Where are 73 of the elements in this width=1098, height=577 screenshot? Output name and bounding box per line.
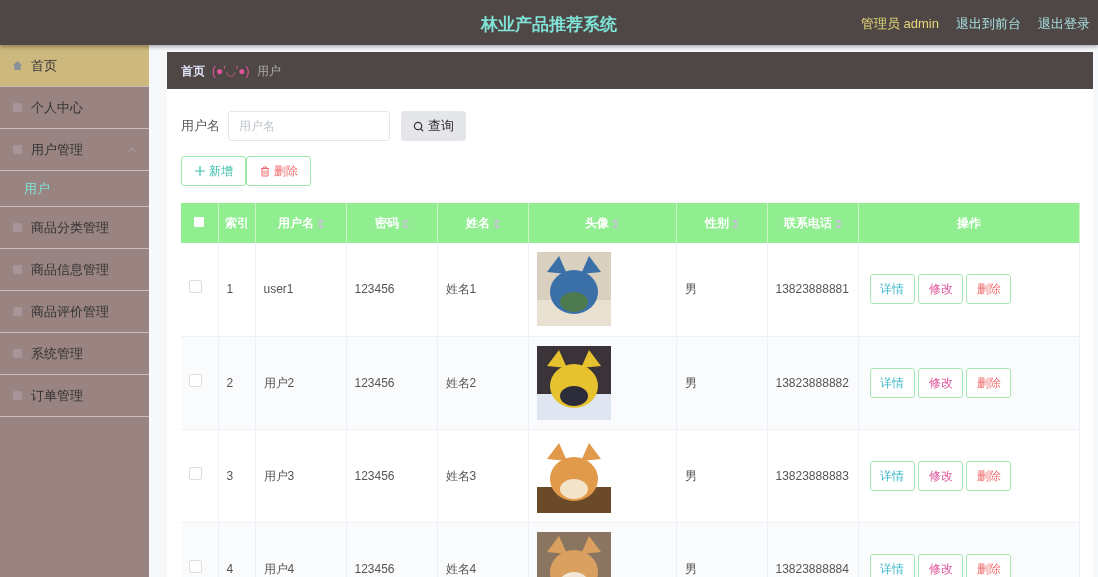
- delete-row-button[interactable]: 删除: [966, 553, 1012, 577]
- home-icon: [12, 60, 23, 71]
- header-link[interactable]: 退出到前台: [956, 14, 1021, 34]
- name-cell: 姓名3: [445, 468, 477, 483]
- username-cell: 用户4: [263, 561, 295, 576]
- edit-button[interactable]: 修改: [918, 274, 963, 305]
- username-cell: 用户3: [263, 468, 295, 483]
- name-cell: 姓名4: [445, 561, 477, 576]
- menu-icon: [12, 264, 23, 275]
- menu-icon: [12, 102, 23, 113]
- column-header: 索引: [224, 216, 249, 230]
- user-label: 管理员 admin: [860, 15, 939, 33]
- row-checkbox[interactable]: [189, 373, 202, 387]
- details-button[interactable]: 详情: [869, 553, 915, 577]
- menu-icon: [12, 348, 23, 359]
- phone-cell: 13823888883: [775, 468, 849, 483]
- delete-button[interactable]: 删除: [246, 156, 311, 186]
- gender-cell: 男: [684, 282, 697, 297]
- search-icon: [413, 120, 425, 132]
- index-cell: 3: [226, 468, 234, 483]
- gender-cell: 男: [684, 375, 697, 390]
- index-cell: 1: [226, 282, 234, 297]
- name-cell: 姓名2: [445, 375, 477, 390]
- app-title: 林业产品推荐系统: [481, 14, 617, 36]
- details-button[interactable]: 详情: [869, 367, 915, 398]
- search-button[interactable]: 查询: [401, 111, 467, 141]
- breadcrumb-current: 用户: [256, 62, 281, 80]
- sort-icon[interactable]: [316, 218, 324, 229]
- name-cell: 姓名1: [445, 282, 477, 297]
- details-button[interactable]: 详情: [869, 274, 915, 305]
- sort-icon[interactable]: [401, 218, 409, 229]
- sort-icon[interactable]: [612, 218, 619, 229]
- edit-button[interactable]: 修改: [918, 367, 963, 398]
- delete-row-button[interactable]: 删除: [966, 367, 1012, 398]
- sort-icon[interactable]: [731, 218, 739, 229]
- gender-cell: 男: [684, 561, 697, 576]
- menu-icon: [12, 144, 23, 155]
- delete-row-button[interactable]: 删除: [966, 460, 1012, 491]
- row-checkbox[interactable]: [189, 466, 202, 480]
- username-cell: user1: [263, 282, 294, 297]
- details-button[interactable]: 详情: [869, 460, 915, 491]
- add-button[interactable]: 新增: [181, 156, 246, 186]
- sidebar-item[interactable]: 首页: [0, 45, 149, 87]
- menu-icon: [12, 306, 23, 317]
- edit-button[interactable]: 修改: [918, 553, 963, 577]
- search-field[interactable]: 用户名: [228, 111, 390, 141]
- password-cell: 123456: [354, 282, 395, 297]
- row-checkbox[interactable]: [189, 280, 202, 294]
- gender-cell: 男: [684, 468, 697, 483]
- column-header: 操作: [956, 216, 981, 230]
- menu-icon: [12, 390, 23, 401]
- index-cell: 2: [226, 375, 234, 390]
- header-link[interactable]: 退出登录: [1038, 14, 1090, 34]
- menu-icon: [12, 222, 23, 233]
- delete-row-button[interactable]: 删除: [966, 274, 1012, 305]
- username-cell: 用户2: [263, 375, 295, 390]
- row-checkbox[interactable]: [189, 559, 202, 573]
- sort-icon[interactable]: [492, 218, 500, 229]
- password-cell: 123456: [354, 375, 395, 390]
- breadcrumb-separator: (●'◡'●): [212, 62, 250, 80]
- index-cell: 4: [226, 561, 234, 576]
- edit-button[interactable]: 修改: [918, 460, 963, 491]
- search-label: 用户名: [181, 117, 220, 136]
- breadcrumb-link[interactable]: 首页: [181, 61, 205, 80]
- plus-icon: [194, 166, 205, 176]
- phone-cell: 13823888882: [775, 375, 849, 390]
- trash-icon: [259, 165, 270, 177]
- password-cell: 123456: [354, 561, 395, 576]
- sort-icon[interactable]: [834, 218, 842, 229]
- select-all-checkbox[interactable]: [194, 217, 205, 227]
- phone-cell: 13823888884: [775, 561, 849, 576]
- phone-cell: 13823888881: [775, 282, 849, 297]
- password-cell: 123456: [354, 468, 395, 483]
